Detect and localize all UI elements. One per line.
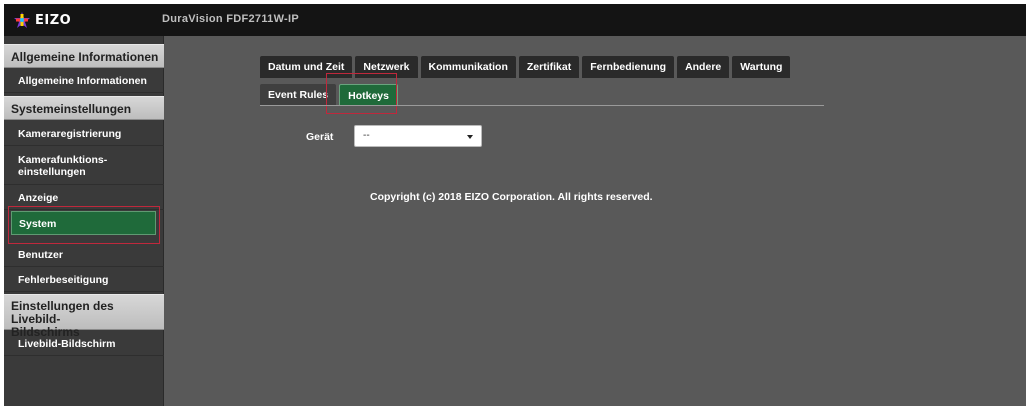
- sidebar-section-allgemeine-informationen[interactable]: Allgemeine Informationen: [4, 44, 164, 68]
- tab-fernbedienung[interactable]: Fernbedienung: [582, 56, 675, 78]
- tab-kommunikation[interactable]: Kommunikation: [420, 56, 516, 78]
- top-bar: EIZO DuraVision FDF2711W-IP: [4, 4, 1026, 36]
- tab-wartung[interactable]: Wartung: [732, 56, 791, 78]
- sidebar: Allgemeine Informationen Allgemeine Info…: [4, 36, 164, 406]
- eizo-logo: EIZO: [12, 11, 71, 29]
- sidebar-item-benutzer[interactable]: Benutzer: [4, 243, 164, 267]
- tab-zertifikat[interactable]: Zertifikat: [518, 56, 580, 78]
- hotkeys-highlight-frame: [326, 73, 397, 114]
- eizo-logo-icon: [14, 12, 30, 28]
- tab-event-rules[interactable]: Event Rules: [260, 84, 337, 106]
- sidebar-item-kameraregistrierung[interactable]: Kameraregistrierung: [4, 122, 164, 146]
- sidebar-item-system[interactable]: System: [11, 211, 156, 235]
- device-select[interactable]: --: [354, 125, 482, 147]
- sidebar-item-allgemeine-informationen[interactable]: Allgemeine Informationen: [4, 69, 164, 93]
- sidebar-item-kamerafunktionseinstellungen[interactable]: Kamerafunktions- einstellungen: [4, 147, 164, 185]
- sidebar-item-livebild-bildschirm[interactable]: Livebild-Bildschirm: [4, 332, 164, 356]
- sidebar-item-fehlerbeseitigung[interactable]: Fehlerbeseitigung: [4, 268, 164, 292]
- tab-divider: [260, 105, 824, 106]
- app-window: EIZO DuraVision FDF2711W-IP Allgemeine I…: [4, 4, 1026, 406]
- logo-text: EIZO: [35, 12, 72, 28]
- caret-down-icon: [467, 135, 473, 139]
- copyright-text: Copyright (c) 2018 EIZO Corporation. All…: [370, 191, 653, 203]
- sidebar-section-livebild[interactable]: Einstellungen des Livebild- Bildschirms: [4, 294, 164, 339]
- tab-andere[interactable]: Andere: [677, 56, 730, 78]
- device-select-value: --: [363, 130, 370, 141]
- device-name: DuraVision FDF2711W-IP: [162, 13, 299, 25]
- sidebar-section-systemeinstellungen[interactable]: Systemeinstellungen: [4, 96, 164, 120]
- device-label: Gerät: [306, 131, 334, 143]
